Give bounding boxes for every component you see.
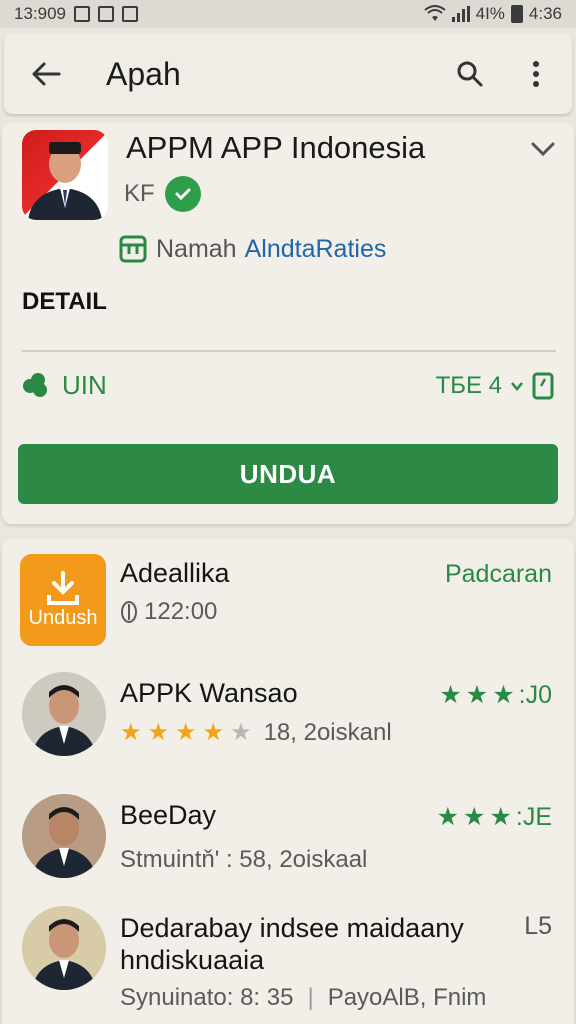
list-item-title-line1: Dedarabay indsee maidaany — [120, 913, 464, 943]
list-item-title: Dedarabay indsee maidaany hndiskuaaia — [120, 912, 464, 976]
back-button[interactable] — [20, 48, 72, 100]
star-icon: ★ — [120, 719, 142, 746]
back-arrow-icon — [32, 62, 61, 86]
clover-icon — [23, 372, 47, 397]
meta-left: UIN — [20, 370, 107, 401]
search-icon — [457, 61, 483, 87]
list-item-rating: ★ ★ ★ :JE — [437, 802, 552, 832]
person-avatar-icon — [22, 672, 106, 756]
related-apps-list: Undush Adeallika 122:00 Padcaran APPK Wa… — [2, 538, 574, 1024]
divider — [22, 350, 556, 352]
list-item-title: BeeDay — [120, 800, 217, 830]
list-item[interactable]: BeeDay Stmuintň' : 58, 2oiskaal ★ ★ ★ :J… — [2, 794, 574, 890]
app-icon — [22, 130, 108, 220]
icon-caption: Undush — [28, 606, 98, 629]
star-icon: ★ — [175, 719, 197, 746]
star-icon: ★ — [489, 803, 512, 831]
status-bar: 13:909 4I% 4:36 — [0, 0, 576, 28]
avatar — [22, 672, 106, 756]
more-vert-icon — [533, 61, 539, 87]
list-item-subtitle: Synuinato: 8: 35 | PayoAlB, Fnim — [120, 984, 487, 1011]
list-item-badge: L5 — [524, 912, 552, 940]
status-time: 13:909 — [14, 4, 66, 23]
more-button[interactable] — [516, 54, 556, 94]
meta-left-text: UIN — [62, 370, 107, 400]
avatar — [22, 794, 106, 878]
list-item-subtitle-text: 122:00 — [144, 598, 218, 625]
list-item[interactable]: APPK Wansao ★ ★ ★ ★ ★ 18, 2oiskanl ★ ★ ★… — [2, 672, 574, 768]
list-item-action[interactable]: Padcaran — [445, 560, 552, 589]
phone-icon — [532, 372, 554, 400]
download-app-icon: Undush — [20, 554, 106, 646]
star-icon: ★ — [463, 803, 486, 831]
list-item-subtitle: 122:00 — [120, 598, 217, 626]
calendar-icon — [119, 235, 147, 263]
page-title: Apah — [106, 55, 181, 92]
signal-icon — [451, 6, 470, 22]
category-link[interactable]: AlndtaRaties — [245, 235, 387, 264]
list-item-rating-text: :J0 — [518, 680, 552, 709]
meta-right[interactable]: TБE 4 — [436, 372, 554, 400]
chevron-down-icon — [531, 142, 555, 157]
list-item[interactable]: Undush Adeallika 122:00 Padcaran — [2, 554, 574, 654]
wifi-icon — [423, 5, 446, 21]
list-item-title: APPK Wansao — [120, 678, 298, 708]
list-item-rating-text: :JE — [515, 802, 552, 831]
star-icon: ★ — [439, 681, 462, 709]
list-item-title: Adeallika — [120, 558, 230, 588]
star-icon: ★ — [147, 719, 170, 746]
detail-label[interactable]: DETAIL — [22, 288, 107, 316]
avatar — [22, 906, 106, 990]
status-battery-text: 4I% — [475, 4, 505, 23]
meta-right-text: TБE 4 — [435, 372, 502, 399]
list-item-subtitle-text: 18, 2oiskanl — [263, 718, 392, 746]
status-right-time: 4:36 — [528, 4, 562, 23]
install-button[interactable]: UNDUA — [18, 444, 558, 504]
notification-icon — [74, 6, 90, 22]
list-item-subtitle: ★ ★ ★ ★ ★ 18, 2oiskanl — [120, 718, 392, 747]
star-icon: ★ — [465, 681, 489, 709]
star-icon: ★ — [436, 803, 460, 831]
edit-icon — [122, 6, 138, 22]
list-item-subtitle: Stmuintň' : 58, 2oiskaal — [120, 846, 368, 873]
star-icon: ★ — [202, 719, 225, 746]
app-detail-card: APPM APP Indonesia KF Namah AlndtaRaties… — [2, 122, 574, 524]
list-item-rating: ★ ★ ★ :J0 — [439, 680, 552, 710]
person-avatar-icon — [22, 794, 106, 878]
app-bar: Apah — [4, 34, 572, 114]
app-name: APPM APP Indonesia — [126, 130, 426, 165]
coin-icon — [121, 601, 137, 623]
verified-icon — [164, 176, 201, 212]
person-portrait-icon — [28, 142, 102, 220]
category-label: Namah — [156, 234, 237, 263]
chevron-down-icon — [511, 382, 523, 391]
list-item-subtitle-text: Synuinato: 8: 35 — [120, 984, 294, 1011]
star-icon: ★ — [492, 681, 515, 709]
list-item-title-line2: hndiskuaaia — [120, 945, 265, 975]
list-item-subtitle-extra: PayoAlB, Fnim — [327, 984, 487, 1011]
mail-icon — [98, 6, 114, 22]
download-icon — [47, 570, 79, 605]
star-empty-icon: ★ — [230, 719, 252, 746]
person-avatar-icon — [22, 906, 106, 990]
expand-button[interactable] — [528, 134, 558, 164]
list-item[interactable]: Dedarabay indsee maidaany hndiskuaaia Sy… — [2, 906, 574, 1016]
battery-icon — [510, 5, 523, 23]
search-button[interactable] — [450, 54, 490, 94]
developer-name[interactable]: KF — [124, 180, 155, 208]
